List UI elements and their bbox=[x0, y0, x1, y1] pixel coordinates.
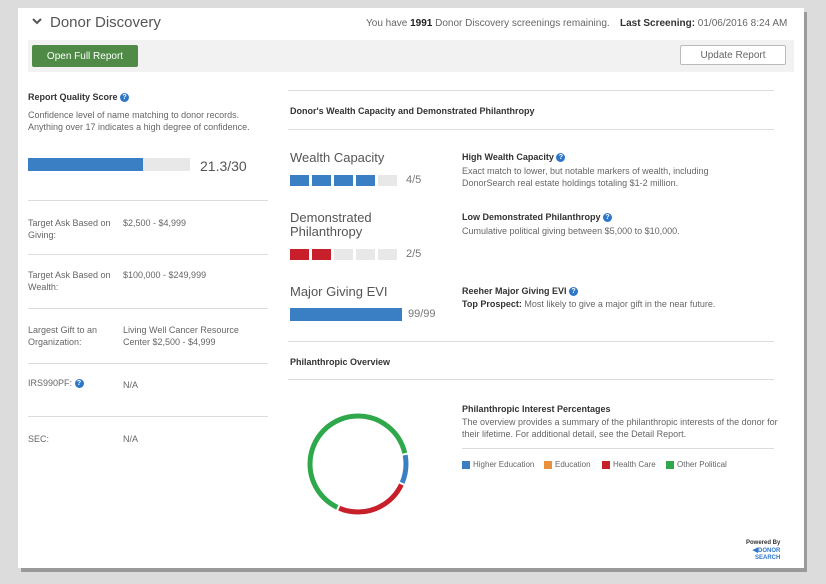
panel-header: Donor Discovery You have 1991 Donor Disc… bbox=[18, 8, 804, 38]
largest-gift-label: Largest Gift to an Organization: bbox=[28, 325, 98, 347]
philanthropy-segment bbox=[378, 249, 397, 260]
wealth-capacity-score: 4/5 bbox=[406, 174, 422, 186]
philanthropy-score: 2/5 bbox=[406, 248, 422, 260]
irs990pf-value: N/A bbox=[123, 380, 139, 390]
wealth-segment bbox=[290, 175, 309, 186]
wealth-segment bbox=[334, 175, 353, 186]
evi-bar bbox=[290, 308, 402, 321]
report-quality-title: Report Quality Score ? bbox=[28, 92, 130, 103]
interest-description: The overview provides a summary of the p… bbox=[462, 417, 778, 439]
divider bbox=[28, 363, 268, 364]
legend-swatch bbox=[544, 460, 552, 469]
divider bbox=[28, 200, 268, 201]
wealth-section-title: Donor's Wealth Capacity and Demonstrated… bbox=[290, 106, 535, 116]
legend-swatch bbox=[602, 460, 610, 469]
toolbar: Open Full Report Update Report bbox=[28, 40, 794, 72]
report-quality-description: Confidence level of name matching to don… bbox=[28, 110, 250, 132]
help-icon[interactable]: ? bbox=[556, 153, 566, 163]
quality-score-fill bbox=[28, 158, 144, 171]
divider bbox=[288, 90, 774, 91]
philanthropy-segment bbox=[356, 249, 375, 260]
last-screening: Last Screening: 01/06/2016 8:24 AM bbox=[620, 18, 788, 29]
philanthropy-segment bbox=[290, 249, 309, 260]
evi-description: Top Prospect: Most likely to give a majo… bbox=[462, 299, 716, 309]
donor-discovery-panel: Donor Discovery You have 1991 Donor Disc… bbox=[18, 8, 804, 568]
legend-label: Education bbox=[555, 460, 591, 469]
wealth-segment bbox=[312, 175, 331, 186]
largest-gift-value: Living Well Cancer Resource Center $2,50… bbox=[123, 325, 239, 347]
help-icon[interactable]: ? bbox=[74, 379, 84, 389]
legend-item-other-political[interactable]: Other Political bbox=[666, 460, 727, 469]
wealth-segment bbox=[356, 175, 375, 186]
target-ask-wealth-label: Target Ask Based on Wealth: bbox=[28, 270, 111, 292]
interest-title: Philanthropic Interest Percentages bbox=[462, 404, 611, 414]
target-ask-giving-value: $2,500 - $4,999 bbox=[123, 218, 187, 228]
philanthropy-heading: Low Demonstrated Philanthropy ? bbox=[462, 212, 613, 223]
help-icon[interactable]: ? bbox=[603, 213, 613, 223]
chevron-down-icon[interactable] bbox=[32, 16, 42, 26]
quality-score-bar bbox=[28, 158, 190, 171]
philanthropy-segment bbox=[312, 249, 331, 260]
evi-score: 99/99 bbox=[408, 308, 436, 320]
divider bbox=[288, 379, 774, 380]
help-icon[interactable]: ? bbox=[569, 287, 579, 297]
open-full-report-button[interactable]: Open Full Report bbox=[32, 45, 138, 67]
philanthropic-interest-chart bbox=[307, 413, 409, 515]
wealth-segment bbox=[378, 175, 397, 186]
irs990pf-label: IRS990PF: ? bbox=[28, 377, 122, 389]
legend-swatch bbox=[462, 460, 470, 469]
legend-label: Higher Education bbox=[473, 460, 535, 469]
help-icon[interactable]: ? bbox=[120, 93, 130, 103]
divider bbox=[28, 254, 268, 255]
legend-label: Other Political bbox=[677, 460, 727, 469]
update-report-button[interactable]: Update Report bbox=[680, 45, 786, 65]
evi-heading: Reeher Major Giving EVI ? bbox=[462, 286, 579, 297]
screenings-remaining: You have 1991 Donor Discovery screenings… bbox=[366, 18, 610, 29]
legend-label: Health Care bbox=[613, 460, 656, 469]
philanthropy-description: Cumulative political giving between $5,0… bbox=[462, 226, 680, 236]
sec-value: N/A bbox=[123, 434, 139, 444]
divider bbox=[28, 308, 268, 309]
sec-label: SEC: bbox=[28, 434, 50, 444]
divider bbox=[288, 341, 774, 342]
evi-fill bbox=[290, 308, 402, 321]
target-ask-wealth-value: $100,000 - $249,999 bbox=[123, 270, 207, 280]
divider bbox=[462, 448, 774, 449]
legend-item-education[interactable]: Education bbox=[544, 460, 591, 469]
wealth-capacity-label: Wealth Capacity bbox=[290, 150, 385, 165]
target-ask-giving-label: Target Ask Based on Giving: bbox=[28, 218, 111, 240]
panel-title[interactable]: Donor Discovery bbox=[50, 14, 161, 31]
philanthropy-segment bbox=[334, 249, 353, 260]
divider bbox=[288, 129, 774, 130]
wealth-heading: High Wealth Capacity ? bbox=[462, 152, 566, 163]
wealth-description: Exact match to lower, but notable marker… bbox=[462, 166, 709, 188]
legend-item-health-care[interactable]: Health Care bbox=[602, 460, 656, 469]
divider bbox=[28, 416, 268, 417]
overview-title: Philanthropic Overview bbox=[290, 357, 391, 367]
powered-by-logo: Powered By ◀DONOR SEARCH bbox=[746, 540, 781, 561]
legend-item-higher-education[interactable]: Higher Education bbox=[462, 460, 534, 469]
evi-label: Major Giving EVI bbox=[290, 284, 388, 299]
philanthropy-label: Demonstrated Philanthropy bbox=[290, 210, 372, 239]
legend-swatch bbox=[666, 460, 674, 469]
quality-score-value: 21.3/30 bbox=[200, 158, 247, 174]
